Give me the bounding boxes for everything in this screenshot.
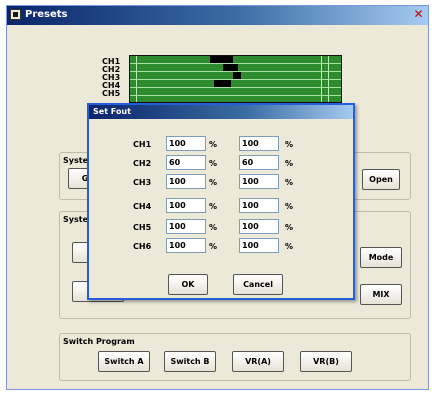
ok-button[interactable]: OK (168, 274, 208, 295)
close-icon[interactable]: ✕ (411, 7, 426, 22)
unit-label: % (209, 140, 218, 149)
dialog-row: CH6 100 % 100 % (89, 237, 353, 257)
dialog-row: CH5 100 % 100 % (89, 218, 353, 238)
row-label: CH5 (133, 223, 152, 232)
value1-field[interactable]: 100 (166, 136, 206, 151)
unit-label: % (285, 140, 294, 149)
row-label: CH3 (133, 178, 152, 187)
dialog-row: CH1 100 % 100 % (89, 135, 353, 155)
value2-field[interactable]: 100 (239, 219, 279, 234)
cancel-button[interactable]: Cancel (233, 274, 283, 295)
unit-label: % (209, 178, 218, 187)
row-label: CH4 (133, 202, 152, 211)
unit-label: % (209, 202, 218, 211)
value1-field[interactable]: 100 (166, 174, 206, 189)
row-label: CH6 (133, 242, 152, 251)
unit-label: % (285, 223, 294, 232)
meter-row (130, 56, 341, 64)
unit-label: % (209, 223, 218, 232)
row-label: CH2 (133, 159, 152, 168)
value1-field[interactable]: 100 (166, 219, 206, 234)
value2-field[interactable]: 100 (239, 198, 279, 213)
meter-row (130, 96, 341, 102)
dialog-row: CH3 100 % 100 % (89, 173, 353, 193)
value1-field[interactable]: 100 (166, 198, 206, 213)
group-label: Switch Program (62, 337, 136, 346)
switch-b-button[interactable]: Switch B (164, 351, 216, 372)
channel-label: CH4 (102, 81, 121, 90)
unit-label: % (209, 242, 218, 251)
value1-field[interactable]: 60 (166, 155, 206, 170)
level-meter (129, 55, 342, 103)
mode-button[interactable]: Mode (360, 247, 402, 268)
channel-label: CH5 (102, 89, 121, 98)
channel-label: CH1 (102, 57, 121, 66)
dialog-row: CH4 100 % 100 % (89, 197, 353, 217)
value2-field[interactable]: 100 (239, 238, 279, 253)
unit-label: % (209, 159, 218, 168)
meter-level-block (223, 64, 238, 71)
dialog-title: Set Fout (93, 107, 131, 116)
unit-label: % (285, 159, 294, 168)
mix-button[interactable]: MIX (360, 284, 402, 305)
meter-level-block (210, 56, 233, 63)
channel-labels: CH1 CH2 CH3 CH4 CH5 (102, 57, 121, 98)
title-bar[interactable]: Presets ✕ (7, 6, 428, 25)
app-icon (10, 9, 21, 20)
dialog-row: CH2 60 % 60 % (89, 154, 353, 174)
open-button[interactable]: Open (362, 169, 400, 190)
unit-label: % (285, 178, 294, 187)
switch-a-button[interactable]: Switch A (98, 351, 150, 372)
value2-field[interactable]: 100 (239, 136, 279, 151)
value2-field[interactable]: 100 (239, 174, 279, 189)
dialog-title-bar[interactable]: Set Fout (89, 105, 353, 119)
meter-level-block (233, 72, 241, 79)
meter-row (130, 80, 341, 88)
set-fout-dialog: Set Fout CH1 100 % 100 % CH2 60 % 60 % C… (87, 103, 355, 300)
value1-field[interactable]: 100 (166, 238, 206, 253)
meter-row (130, 88, 341, 96)
vr-b-button[interactable]: VR(B) (300, 351, 352, 372)
row-label: CH1 (133, 140, 152, 149)
channel-label: CH3 (102, 73, 121, 82)
window-title: Presets (25, 9, 68, 20)
switch-program-group: Switch Program Switch A Switch B VR(A) V… (59, 333, 411, 381)
unit-label: % (285, 242, 294, 251)
unit-label: % (285, 202, 294, 211)
vr-a-button[interactable]: VR(A) (232, 351, 284, 372)
meter-level-block (214, 80, 231, 87)
channel-label: CH2 (102, 65, 121, 74)
value2-field[interactable]: 60 (239, 155, 279, 170)
